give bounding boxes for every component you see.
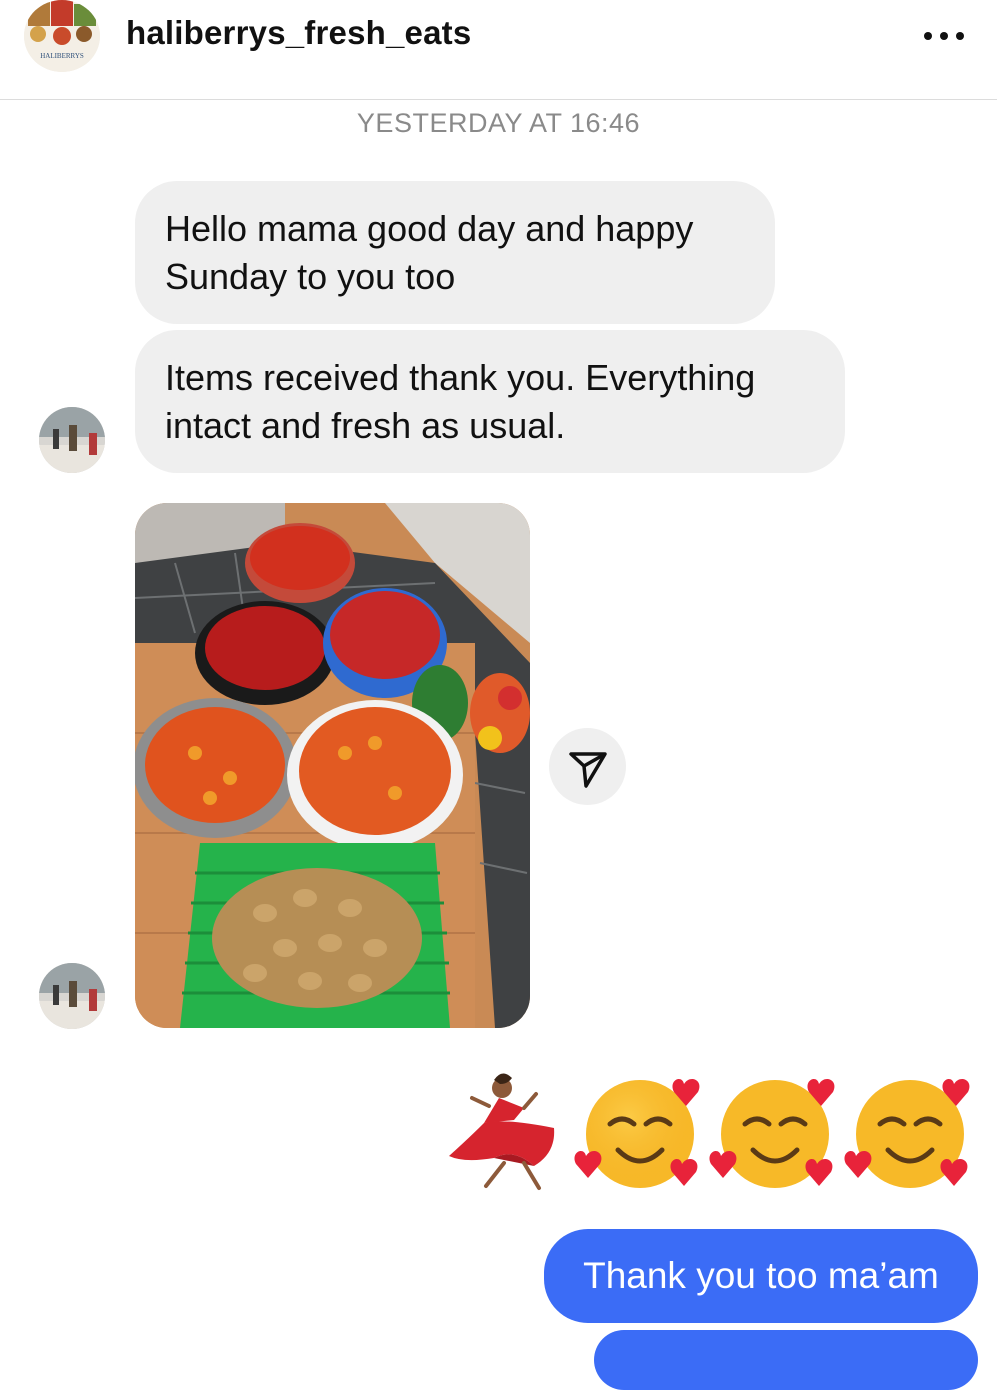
more-horizontal-icon[interactable]: [918, 18, 970, 54]
svg-text:HALIBERRYS: HALIBERRYS: [40, 52, 84, 60]
outgoing-message[interactable]: Thank you too ma’am: [544, 1229, 978, 1323]
incoming-message[interactable]: Items received thank you. Everything int…: [135, 330, 845, 473]
smiling-face-with-hearts-icon: [574, 1078, 700, 1188]
sender-avatar[interactable]: [39, 407, 105, 473]
chat-username[interactable]: haliberrys_fresh_eats: [126, 14, 471, 52]
smiling-face-with-hearts-icon: [844, 1078, 970, 1188]
sender-avatar[interactable]: [39, 963, 105, 1029]
haliberrys-logo-avatar[interactable]: HALIBERRYS: [24, 0, 100, 72]
outgoing-message-partial[interactable]: [594, 1330, 978, 1390]
message-timestamp: YESTERDAY AT 16:46: [356, 108, 641, 138]
share-send-icon[interactable]: [549, 728, 626, 805]
chat-header: HALIBERRYS haliberrys_fresh_eats: [0, 0, 997, 100]
photo-message[interactable]: [135, 503, 530, 1028]
dancer-emoji-icon: [449, 1073, 555, 1190]
incoming-message[interactable]: Hello mama good day and happy Sunday to …: [135, 181, 775, 324]
smiling-face-with-hearts-icon: [709, 1078, 835, 1188]
emoji-message[interactable]: [444, 1068, 974, 1200]
